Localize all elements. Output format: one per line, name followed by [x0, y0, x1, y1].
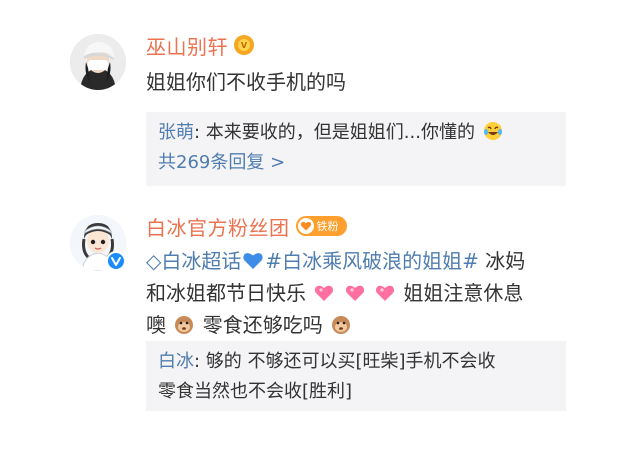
comment-text-segment: 噢 [146, 313, 173, 337]
monkey-emoji-icon [332, 316, 351, 334]
fan-badge[interactable]: 铁粉 [295, 216, 347, 236]
reply-text: 本来要收的，但是姐姐们...你懂的 [205, 122, 475, 143]
heart-icon [297, 218, 314, 234]
supertopic-link[interactable]: 白冰超话 [161, 249, 241, 273]
reply-line: 零食当然也不会收[胜利] [158, 377, 554, 407]
reply-line: 白冰: 够的 不够还可以买[旺柴]手机不会收 [158, 347, 554, 377]
blue-heart-icon [243, 253, 264, 269]
comment-text: 姐姐你们不收手机的吗 [146, 70, 346, 94]
avatar[interactable] [70, 34, 126, 90]
comment-text: ◇白冰超话 #白冰乘风破浪的姐姐# 冰妈 和冰姐都节日快乐 姐姐注意休息 噢 零… [146, 245, 566, 341]
comment-line-2: 和冰姐都节日快乐 姐姐注意休息 [146, 277, 566, 309]
medal-icon: V [234, 35, 254, 55]
username[interactable]: 巫山别轩 [146, 31, 228, 60]
comment-text-segment: 冰妈 [478, 249, 526, 273]
fan-badge-label: 铁粉 [316, 220, 339, 233]
reply-text: 零食当然也不会收[胜利] [158, 381, 353, 402]
verified-icon [106, 251, 126, 271]
pink-hearts-icon [315, 285, 334, 301]
username[interactable]: 白冰官方粉丝团 [146, 212, 290, 241]
username-row: 白冰官方粉丝团 铁粉 [146, 212, 347, 241]
comment-text-segment: 和冰姐都节日快乐 [146, 281, 313, 305]
pink-hearts-icon [345, 285, 364, 301]
reply-author[interactable]: 张萌 [158, 122, 194, 143]
svg-text:V: V [241, 41, 248, 50]
reply-separator: : [194, 122, 206, 143]
hashtag-link[interactable]: #白冰乘风破浪的姐姐# [265, 249, 479, 273]
comment-text-segment: 姐姐注意休息 [397, 281, 524, 305]
username-row: 巫山别轩 V [146, 31, 254, 60]
supertopic-diamond-icon: ◇ [146, 249, 162, 273]
reply-line: 张萌: 本来要收的，但是姐姐们...你懂的 [158, 118, 554, 148]
reply-box[interactable]: 白冰: 够的 不够还可以买[旺柴]手机不会收 零食当然也不会收[胜利] [146, 341, 566, 411]
comment-line-3: 噢 零食还够吃吗 [146, 309, 566, 341]
comment-text-segment: 零食还够吃吗 [196, 313, 330, 337]
comment-line-1: ◇白冰超话 #白冰乘风破浪的姐姐# 冰妈 [146, 245, 566, 277]
reply-text: 够的 不够还可以买[旺柴]手机不会收 [205, 351, 496, 372]
weibo-comment-page: 巫山别轩 V 姐姐你们不收手机的吗 张萌: 本来要收的，但是姐姐们...你懂的 [0, 0, 640, 449]
pink-hearts-icon [375, 285, 395, 301]
reply-box[interactable]: 张萌: 本来要收的，但是姐姐们...你懂的 共269条回复 > [146, 112, 566, 186]
reply-count-link[interactable]: 共269条回复 > [158, 148, 554, 178]
reply-separator: : [194, 351, 206, 372]
laugh-cry-emoji-icon [483, 122, 502, 140]
reply-author[interactable]: 白冰 [158, 351, 194, 372]
monkey-emoji-icon [175, 316, 194, 334]
